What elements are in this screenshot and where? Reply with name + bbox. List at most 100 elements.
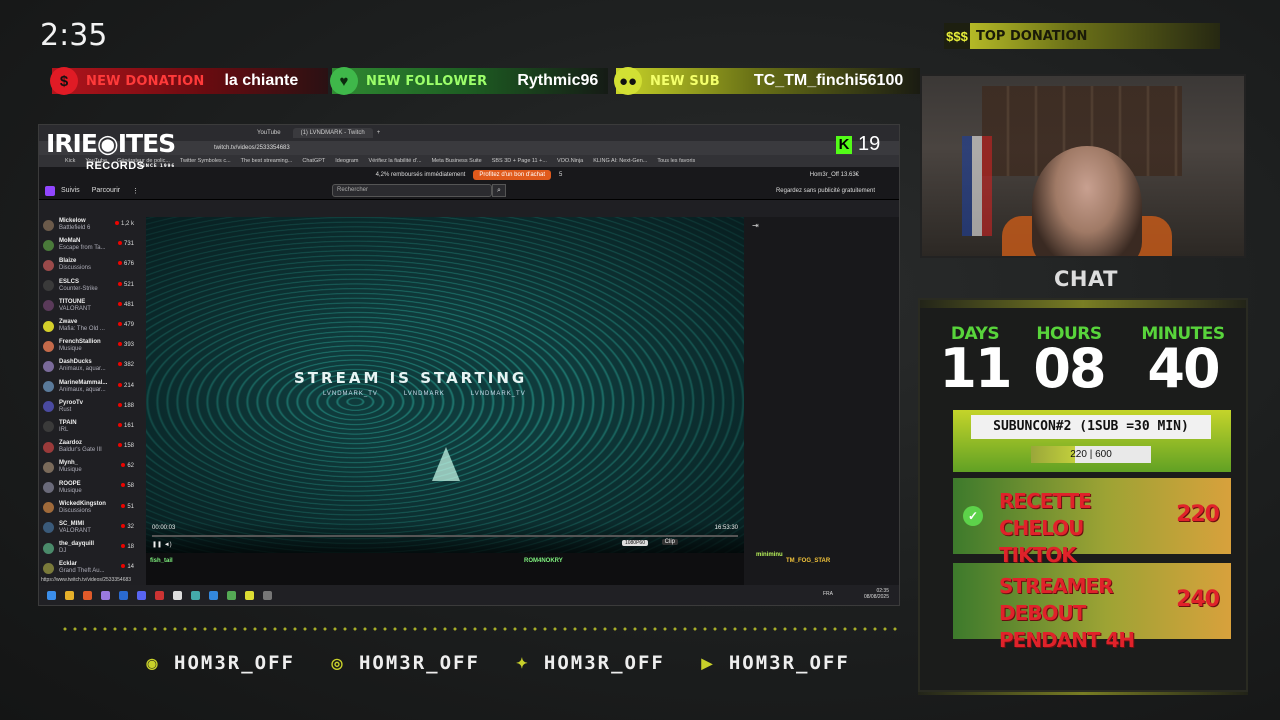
sidebar-channel[interactable]: the_dayquill DJ 18 <box>39 538 144 558</box>
avatar <box>43 239 54 251</box>
sidebar-channel[interactable]: ESLCS Counter-Strike 521 <box>39 276 144 296</box>
panel-bottom-line <box>918 692 1248 695</box>
promo-points: 5 <box>559 171 563 178</box>
channel-name: Mynh_ <box>59 460 79 467</box>
sidebar-channel[interactable]: TITOUNE VALORANT 481 <box>39 296 144 316</box>
viewer-count: 32 <box>121 524 134 530</box>
bookmark[interactable]: ChatGPT <box>302 158 325 164</box>
twitch-search-input[interactable]: Rechercher <box>332 184 492 197</box>
bookmark[interactable]: Vérifiez la fiabilité d'... <box>369 158 422 164</box>
alert-new-sub: ●● NEW SUB TC_TM_finchi56100 <box>614 67 920 95</box>
no-ads-button[interactable]: Regardez sans publicité gratuitement <box>776 188 875 194</box>
kick-viewers: K 19 <box>836 133 880 156</box>
taskbar-clock[interactable]: 02:35 08/08/2025 <box>864 588 889 600</box>
obs-icon[interactable] <box>155 590 164 600</box>
social-discord: ◉ HOM3R_OFF <box>140 652 295 674</box>
sidebar-channel[interactable]: MarineMammal... Animaux, aquar... 214 <box>39 377 144 397</box>
avatar <box>43 502 54 514</box>
sidebar-channel[interactable]: SC_MIMI VALORANT 32 <box>39 518 144 538</box>
sidebar-channel[interactable]: Ecklar Grand Theft Au... 14 <box>39 558 144 575</box>
twitch-logo-icon[interactable] <box>45 185 55 196</box>
app-icon[interactable] <box>245 590 254 600</box>
overlay-name: fish_tail <box>150 558 173 564</box>
video-player[interactable]: STREAM IS STARTING LVNDMARK_TV LVNDMARK … <box>146 217 744 553</box>
users-icon: ●● <box>614 67 642 95</box>
seek-bar[interactable] <box>152 535 738 537</box>
bookmark[interactable]: SBS 3D + Page 11 +... <box>492 158 547 164</box>
bookmark[interactable]: KLING AI: Next-Gen... <box>593 158 647 164</box>
nav-browse[interactable]: Parcourir <box>92 187 120 194</box>
bookmark[interactable]: Twitter Symboles c... <box>180 158 231 164</box>
alert-tag: NEW SUB <box>650 73 720 89</box>
channel-game: Rust <box>59 406 72 413</box>
subathon-goal: SUBUNCON#2 (1SUB =30 MIN) 220 | 600 <box>953 410 1231 472</box>
more-icon[interactable]: ⋮ <box>132 187 139 195</box>
subathon-progress-text: 220 | 600 <box>1070 449 1112 460</box>
app-icon[interactable] <box>263 590 272 600</box>
avatar <box>43 381 54 393</box>
channel-game: Musique <box>59 487 82 494</box>
overlay-name: ROM4NOKRY <box>524 558 563 564</box>
viewer-count: 393 <box>118 342 134 348</box>
sidebar-channel[interactable]: Mickelow Battlefield 6 1,2 k <box>39 215 144 235</box>
avatar <box>43 360 54 372</box>
sidebar-channel[interactable]: WickedKingston Discussions 51 <box>39 498 144 518</box>
social-handles: ◉ HOM3R_OFF ◎ HOM3R_OFF ✦ HOM3R_OFF ▶ HO… <box>140 652 850 674</box>
sidebar-channel[interactable]: Blaize Discussions 676 <box>39 255 144 275</box>
folder-icon[interactable] <box>65 590 74 600</box>
bookmark[interactable]: Meta Business Suite <box>432 158 482 164</box>
twitch-user[interactable]: Hom3r_Off 13.63€ <box>810 172 859 178</box>
player-controls: 00:00:03 16:53:30 ❚❚ ◄) 1080P60 Clip <box>146 523 744 553</box>
sidebar-channel[interactable]: Zaardoz Baldur's Gate III 158 <box>39 437 144 457</box>
sidebar-channel[interactable]: FrenchStallion Musique 393 <box>39 336 144 356</box>
quality-badge[interactable]: 1080P60 <box>621 540 648 546</box>
viewer-count: 481 <box>118 302 134 308</box>
sidebar-channel[interactable]: ROOPE Musique 58 <box>39 477 144 497</box>
sidebar-channel[interactable]: TPAIN IRL 161 <box>39 417 144 437</box>
language-indicator[interactable]: FRA <box>823 591 833 597</box>
bookmark[interactable]: VOO.Ninja <box>557 158 583 164</box>
channel-game: VALORANT <box>59 305 91 312</box>
search-icon[interactable]: ⌕ <box>492 184 506 197</box>
check-icon: ✓ <box>963 506 983 526</box>
clip-button[interactable]: Clip <box>661 539 678 545</box>
promo-button[interactable]: Profitez d'un bon d'achat <box>473 169 552 180</box>
nav-following[interactable]: Suivis <box>61 187 80 194</box>
top-donation-bar: $$$ TOP DONATION <box>944 23 1220 49</box>
collapse-icon[interactable]: ⇥ <box>752 221 759 230</box>
chrome-icon[interactable] <box>173 590 182 600</box>
sidebar-channel[interactable]: PyrooTv Rust 188 <box>39 397 144 417</box>
steam-icon[interactable] <box>119 590 128 600</box>
viewer-count: 479 <box>118 322 134 328</box>
sidebar-channel[interactable]: Zwave Mafia: The Old ... 479 <box>39 316 144 336</box>
promo-text: 4,2% remboursés immédiatement <box>375 171 466 178</box>
tab-twitch[interactable]: (1) LVNDMARK - Twitch <box>292 128 373 138</box>
app-icon[interactable] <box>101 590 110 600</box>
new-tab-icon[interactable]: + <box>377 130 381 136</box>
channel-game: Baldur's Gate III <box>59 447 102 454</box>
windows-start-icon[interactable] <box>47 590 56 600</box>
channel-name: Mickelow <box>59 218 86 225</box>
app-icon[interactable] <box>191 590 200 600</box>
twitter-icon: ✦ <box>516 654 528 671</box>
sidebar-channel[interactable]: Mynh_ Musique 62 <box>39 457 144 477</box>
social-instagram: ◎ HOM3R_OFF <box>325 652 480 674</box>
app-icon[interactable] <box>227 590 236 600</box>
mini-game-names: miniminu TM_FOG_STAR <box>756 552 830 564</box>
channel-name: ROOPE <box>59 480 81 487</box>
browser-icon[interactable] <box>83 590 92 600</box>
alert-value: TC_TM_finchi56100 <box>753 72 904 89</box>
app-icon[interactable] <box>209 590 218 600</box>
bookmark[interactable]: Tous les favoris <box>657 158 695 164</box>
channel-name: TPAIN <box>59 419 77 426</box>
tab-youtube[interactable]: YouTube <box>249 128 289 138</box>
viewer-count: 18 <box>121 544 134 550</box>
sidebar-channel[interactable]: DashDucks Animaux, aquar... 382 <box>39 356 144 376</box>
status-url: https://www.twitch.tv/videos/2533354683 <box>39 577 134 583</box>
sidebar-channel[interactable]: MoMaN Escape from Ta... 731 <box>39 235 144 255</box>
discord-icon[interactable] <box>137 590 146 600</box>
pause-icon[interactable]: ❚❚ ◄) <box>152 541 172 548</box>
kick-icon: K <box>836 135 852 154</box>
bookmark[interactable]: Ideogram <box>335 158 358 164</box>
bookmark[interactable]: The best streaming... <box>241 158 293 164</box>
